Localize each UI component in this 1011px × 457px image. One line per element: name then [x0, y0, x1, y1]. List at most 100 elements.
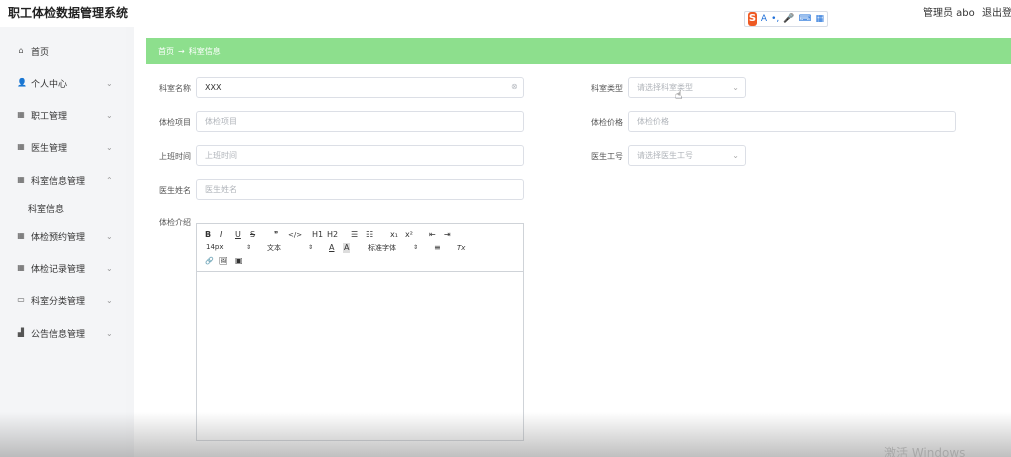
breadcrumb-separator: →	[178, 46, 185, 56]
code-block-icon[interactable]: </>	[288, 230, 302, 240]
breadcrumb-current: 科室信息	[188, 46, 221, 56]
chevron-down-icon: ⌄	[106, 295, 113, 305]
bold-button[interactable]: B	[205, 230, 211, 240]
grid-icon: ▦	[17, 110, 25, 119]
sidebar-item-personal-center[interactable]: 👤 个人中心 ⌄	[0, 67, 126, 99]
breadcrumb: 首页 → 科室信息	[146, 38, 1011, 64]
ime-logo-icon[interactable]: S	[748, 12, 757, 26]
chevron-down-icon: ⌄	[732, 83, 739, 92]
dept-type-select[interactable]: 请选择科室类型 ⌄	[628, 77, 746, 98]
exam-item-input[interactable]	[196, 111, 524, 132]
outdent-icon[interactable]: ⇤	[429, 230, 436, 240]
main-panel: 首页 → 科室信息 科室名称 ⊗ 科室类型 请选择科室类型 ⌄ 体检项目 体检价…	[134, 27, 1011, 457]
strikethrough-button[interactable]: S	[250, 230, 255, 240]
chevron-down-icon: ⌄	[106, 142, 113, 152]
exam-item-label: 体检项目	[159, 118, 191, 127]
dept-name-input[interactable]	[196, 77, 524, 98]
dept-type-placeholder: 请选择科室类型	[637, 83, 693, 92]
sidebar-item-label: 职工管理	[31, 111, 68, 122]
ime-punctuation-icon[interactable]: •,	[771, 13, 779, 25]
updown-icon: ⇕	[413, 244, 419, 251]
sidebar-item-dept-category[interactable]: ▭ 科室分类管理 ⌄	[0, 284, 126, 316]
align-icon[interactable]: ≡	[434, 243, 441, 253]
chevron-up-icon: ⌃	[106, 175, 113, 185]
chevron-down-icon: ⌄	[106, 110, 113, 120]
editor-toolbar: B I U S ❞ </> H1 H2 ☰ ☷ x₁ x² ⇤ ⇥ 14px ⇕…	[197, 224, 523, 272]
sidebar-item-announcements[interactable]: ▟ 公告信息管理 ⌄	[0, 317, 126, 349]
doctor-id-select[interactable]: 请选择医生工号 ⌄	[628, 145, 746, 166]
chart-icon: ▟	[17, 328, 25, 337]
bullet-list-icon[interactable]: ☷	[366, 230, 373, 240]
updown-icon: ⇕	[246, 244, 252, 251]
sidebar-item-label: 首页	[31, 47, 50, 58]
grid-icon: ▦	[17, 142, 25, 151]
clear-icon[interactable]: ⊗	[511, 82, 518, 91]
sidebar-item-label: 体检记录管理	[31, 264, 86, 275]
doctor-id-label: 医生工号	[591, 152, 623, 161]
doctor-name-label: 医生姓名	[159, 186, 191, 195]
image-icon[interactable]: 🖼	[219, 256, 228, 266]
ime-voice-icon[interactable]: 🎤	[783, 13, 794, 25]
grid-icon: ▦	[17, 175, 25, 184]
ime-menu-icon[interactable]: ▦	[815, 13, 824, 25]
chevron-down-icon: ⌄	[106, 78, 113, 88]
rich-text-editor: B I U S ❞ </> H1 H2 ☰ ☷ x₁ x² ⇤ ⇥ 14px ⇕…	[196, 223, 524, 441]
blockquote-icon[interactable]: ❞	[274, 230, 278, 240]
work-time-input[interactable]	[196, 145, 524, 166]
background-color-icon[interactable]: A	[343, 243, 351, 253]
sidebar-item-appointments[interactable]: ▦ 体检预约管理 ⌄	[0, 220, 126, 252]
ime-keyboard-icon[interactable]: ⌨	[798, 13, 811, 25]
exam-price-input[interactable]	[628, 111, 956, 132]
logout-link[interactable]: 退出登录	[982, 4, 1011, 19]
sidebar-item-label: 科室信息管理	[31, 176, 86, 187]
block-type-select[interactable]: 文本	[267, 243, 281, 253]
indent-icon[interactable]: ⇥	[444, 230, 451, 240]
chevron-down-icon: ⌄	[106, 328, 113, 338]
font-color-icon[interactable]: A	[329, 243, 334, 253]
sidebar-item-dept-info[interactable]: ▦ 科室信息管理 ⌃	[0, 164, 126, 196]
sidebar-item-label: 体检预约管理	[31, 232, 86, 243]
sidebar-item-label: 医生管理	[31, 143, 68, 154]
person-icon: 👤	[17, 78, 27, 87]
heading2-button[interactable]: H2	[327, 230, 338, 240]
breadcrumb-home[interactable]: 首页	[158, 46, 174, 57]
font-family-select[interactable]: 标准字体	[368, 243, 396, 253]
submenu-item-dept-info[interactable]: 科室信息	[0, 197, 126, 219]
doctor-id-placeholder: 请选择医生工号	[637, 151, 693, 160]
submenu-item-label: 科室信息	[28, 205, 65, 215]
ordered-list-icon[interactable]: ☰	[351, 230, 358, 240]
clear-format-icon[interactable]: Tx	[457, 243, 465, 253]
sidebar-item-doctors[interactable]: ▦ 医生管理 ⌄	[0, 131, 126, 163]
doctor-name-input[interactable]	[196, 179, 524, 200]
editor-content-area[interactable]	[197, 272, 523, 440]
dept-type-label: 科室类型	[591, 84, 623, 93]
current-user: 管理员 abo	[923, 8, 975, 19]
sidebar-item-label: 个人中心	[31, 79, 68, 90]
ime-toolbar[interactable]: S A •, 🎤 ⌨ ▦	[744, 11, 828, 27]
sidebar-item-staff[interactable]: ▦ 职工管理 ⌄	[0, 99, 126, 131]
home-icon: ⌂	[18, 46, 24, 55]
ime-language-icon[interactable]: A	[761, 13, 767, 25]
app-title: 职工体检数据管理系统	[8, 6, 129, 20]
superscript-button[interactable]: x²	[405, 230, 413, 240]
link-icon[interactable]: 🔗	[205, 256, 214, 266]
grid-icon: ▦	[17, 231, 25, 240]
sidebar-item-label: 公告信息管理	[31, 329, 86, 340]
font-size-select[interactable]: 14px	[206, 243, 224, 251]
video-icon[interactable]: ▣	[235, 256, 243, 266]
exam-price-label: 体检价格	[591, 118, 623, 127]
windows-activation-watermark: 激活 Windows	[884, 446, 966, 457]
exam-intro-label: 体检介绍	[159, 218, 191, 227]
italic-button[interactable]: I	[220, 230, 222, 240]
sidebar-item-home[interactable]: ⌂ 首页	[0, 35, 126, 67]
sidebar: ⌂ 首页 👤 个人中心 ⌄ ▦ 职工管理 ⌄ ▦ 医生管理 ⌄ ▦ 科室信息管理…	[0, 27, 126, 457]
hand-cursor-icon: ☝	[675, 88, 683, 102]
chat-icon: ▭	[17, 295, 25, 304]
chevron-down-icon: ⌄	[106, 231, 113, 241]
top-bar: 职工体检数据管理系统 S A •, 🎤 ⌨ ▦ 管理员 abo 退出登录	[0, 0, 1011, 27]
sidebar-item-exam-records[interactable]: ▦ 体检记录管理 ⌄	[0, 252, 126, 284]
heading1-button[interactable]: H1	[312, 230, 323, 240]
underline-button[interactable]: U	[235, 230, 241, 240]
chevron-down-icon: ⌄	[106, 263, 113, 273]
subscript-button[interactable]: x₁	[390, 230, 398, 240]
